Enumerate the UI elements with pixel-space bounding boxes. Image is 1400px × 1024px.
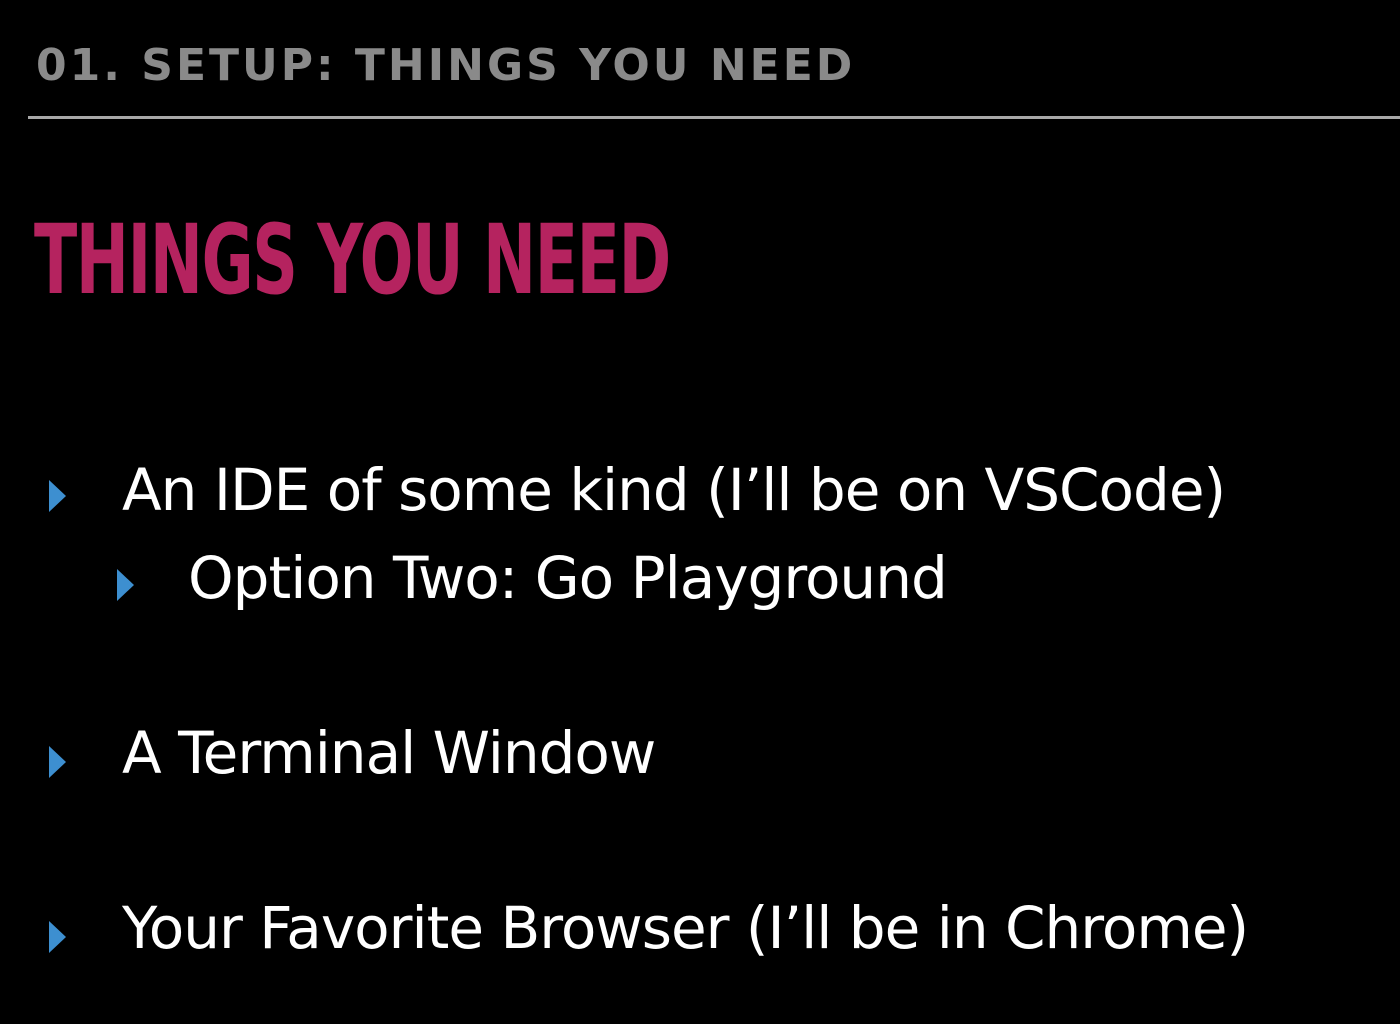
bullet-item-ide: An IDE of some kind (I’ll be on VSCode) [122, 456, 1226, 524]
sub-bullet-item-playground: Option Two: Go Playground [188, 544, 948, 612]
bullet-item-terminal: A Terminal Window [122, 719, 656, 787]
bullet-item-browser: Your Favorite Browser (I’ll be in Chrome… [122, 894, 1249, 962]
bullet-arrow-icon [49, 480, 66, 512]
slide-title: THINGS YOU NEED [34, 204, 671, 316]
section-header: 01. SETUP: THINGS YOU NEED [36, 40, 856, 91]
header-divider [28, 116, 1400, 119]
bullet-arrow-icon [49, 921, 66, 953]
sub-bullet-arrow-icon [117, 569, 134, 601]
bullet-arrow-icon [49, 746, 66, 778]
